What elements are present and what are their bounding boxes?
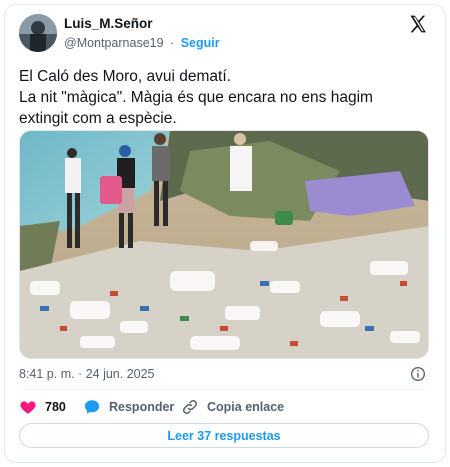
info-icon[interactable] (410, 366, 426, 382)
heart-icon (20, 401, 36, 414)
divider (19, 389, 429, 390)
reply-bubble-icon (84, 400, 100, 414)
tweet-photo[interactable] (19, 130, 429, 359)
reply-label: Responder (109, 400, 175, 414)
action-bar: 780 Responder Copia enlace (19, 397, 429, 417)
author-handle[interactable]: @Montparnase19 (64, 36, 164, 50)
avatar[interactable] (19, 14, 57, 52)
copy-link-button[interactable]: Copia enlace (181, 397, 284, 417)
tweet-text-line: El Caló des Moro, avui dematí. (19, 68, 231, 85)
x-logo-icon[interactable] (408, 14, 428, 34)
tweet-text-line: extingit com a espècie. (19, 110, 177, 127)
read-replies-button[interactable]: Leer 37 respuestas (19, 423, 429, 448)
author-name[interactable]: Luis_M.Señor (64, 16, 153, 31)
like-button[interactable]: 780 (19, 397, 66, 417)
separator-dot: · (170, 36, 175, 50)
timestamp[interactable]: 8:41 p. m. · 24 jun. 2025 (19, 367, 155, 381)
reply-button[interactable]: Responder (83, 397, 174, 417)
link-icon (182, 399, 198, 415)
author-handle-row: @Montparnase19 · Seguir (64, 36, 220, 50)
tweet-text-line: La nit "màgica". Màgia és que encara no … (19, 89, 373, 106)
tweet-text: El Caló des Moro, avui dematí. La nit "m… (19, 66, 429, 129)
follow-button[interactable]: Seguir (181, 36, 220, 50)
copy-link-label: Copia enlace (207, 400, 285, 414)
like-count: 780 (45, 400, 66, 414)
